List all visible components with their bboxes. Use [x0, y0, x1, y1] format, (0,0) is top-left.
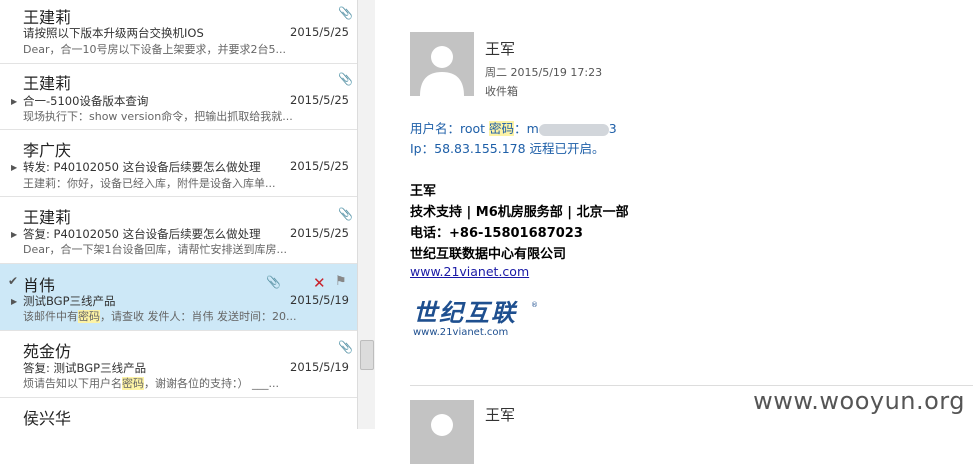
- message-preview: 烦请告知以下用户名密码，谢谢各位的支持：） ___...: [23, 377, 279, 390]
- delete-icon[interactable]: ✕: [313, 274, 326, 292]
- reading-datetime: 周二 2015/5/19 17:23: [485, 66, 603, 79]
- list-scrollbar[interactable]: [357, 0, 375, 429]
- attachment-icon: 📎: [338, 72, 353, 86]
- sender-avatar: [410, 400, 474, 464]
- message-subject: 答复: P40102050 这台设备后续要怎么做处理: [23, 227, 261, 241]
- thread-expand-icon[interactable]: ▶: [11, 163, 17, 172]
- company-logo: 世纪互联 ® www.21vianet.com: [413, 299, 538, 338]
- message-subject: 测试BGP三线产品: [23, 294, 116, 308]
- message-divider: [410, 385, 973, 386]
- thread-expand-icon[interactable]: ▶: [11, 297, 17, 306]
- message-preview: 现场执行下：show version命令，把输出抓取给我就...: [23, 110, 293, 123]
- message-item[interactable]: 李广庆 ▶ 转发: P40102050 这台设备后续要怎么做处理 2015/5/…: [0, 130, 357, 197]
- attachment-icon: 📎: [266, 275, 281, 289]
- attachment-icon: 📎: [338, 340, 353, 354]
- person-icon: [431, 414, 453, 436]
- message-date: 2015/5/25: [290, 93, 349, 107]
- reading-sender: 王军: [485, 40, 516, 58]
- reading-sender-2: 王军: [485, 406, 516, 424]
- message-item[interactable]: 王建莉 📎 ▶ 答复: P40102050 这台设备后续要怎么做处理 2015/…: [0, 197, 357, 264]
- message-preview: 该邮件中有密码，请查收 发件人：肖伟 发送时间：20...: [23, 310, 297, 323]
- message-item[interactable]: 苑金仿 📎 答复: 测试BGP三线产品 2015/5/19 烦请告知以下用户名密…: [0, 331, 357, 398]
- message-subject: 请按照以下版本升级两台交换机IOS: [23, 26, 204, 40]
- message-date: 2015/5/25: [290, 159, 349, 173]
- message-sender: 王建莉: [23, 74, 72, 93]
- person-icon: [420, 46, 464, 96]
- message-preview: 王建莉：你好，设备已经入库，附件是设备入库单...: [23, 177, 276, 190]
- message-subject: 转发: P40102050 这台设备后续要怎么做处理: [23, 160, 261, 174]
- message-preview: Dear，合一下架1台设备回库，请帮忙安排送到库房...: [23, 243, 287, 256]
- signature-dept: 技术支持 | M6机房服务部 | 北京一部: [410, 205, 629, 220]
- message-preview: Dear，合一10号房以下设备上架要求，并要求2台5...: [23, 43, 286, 56]
- message-sender: 王建莉: [23, 208, 72, 227]
- message-item[interactable]: 侯兴华: [0, 398, 357, 429]
- signature-name: 王军: [410, 184, 437, 199]
- message-item-selected[interactable]: ✔ 肖伟 📎 ✕ ⚑ ▶ 测试BGP三线产品 2015/5/19 该邮件中有密码…: [0, 264, 357, 331]
- sender-avatar: [410, 32, 474, 96]
- reading-pane: 王军 周二 2015/5/19 17:23 收件箱 用户名：root 密码：m 3…: [375, 0, 973, 464]
- message-list: 王建莉 📎 请按照以下版本升级两台交换机IOS 2015/5/25 Dear，合…: [0, 0, 357, 429]
- message-date: 2015/5/19: [290, 360, 349, 374]
- reading-folder: 收件箱: [485, 85, 518, 98]
- signature-phone: 电话：+86-15801687023: [410, 226, 583, 241]
- thread-expand-icon[interactable]: ▶: [11, 230, 17, 239]
- signature-company: 世纪互联数据中心有限公司: [410, 247, 567, 262]
- message-subject: 合一-5100设备版本查询: [23, 94, 149, 108]
- message-sender: 苑金仿: [23, 342, 72, 361]
- credential-line: 用户名：root 密码：m 3: [410, 121, 617, 136]
- thread-expand-icon[interactable]: ▶: [11, 97, 17, 106]
- redacted-mask: [538, 123, 609, 136]
- message-subject: 答复: 测试BGP三线产品: [23, 361, 147, 375]
- attachment-icon: 📎: [338, 6, 353, 20]
- message-date: 2015/5/25: [290, 226, 349, 240]
- scrollbar-thumb[interactable]: [360, 340, 374, 370]
- ip-line: Ip：58.83.155.178 远程已开启。: [410, 141, 605, 156]
- message-sender: 李广庆: [23, 141, 72, 160]
- message-date: 2015/5/19: [290, 293, 349, 307]
- attachment-icon: 📎: [338, 207, 353, 221]
- watermark: www.wooyun.org: [753, 387, 965, 415]
- read-check-icon[interactable]: ✔: [8, 274, 18, 288]
- message-date: 2015/5/25: [290, 25, 349, 39]
- message-sender: 侯兴华: [23, 409, 72, 428]
- message-item[interactable]: 王建莉 📎 请按照以下版本升级两台交换机IOS 2015/5/25 Dear，合…: [0, 0, 357, 64]
- flag-icon[interactable]: ⚑: [335, 274, 347, 289]
- message-item[interactable]: 王建莉 📎 ▶ 合一-5100设备版本查询 2015/5/25 现场执行下：sh…: [0, 64, 357, 130]
- signature-link[interactable]: www.21vianet.com: [410, 264, 529, 279]
